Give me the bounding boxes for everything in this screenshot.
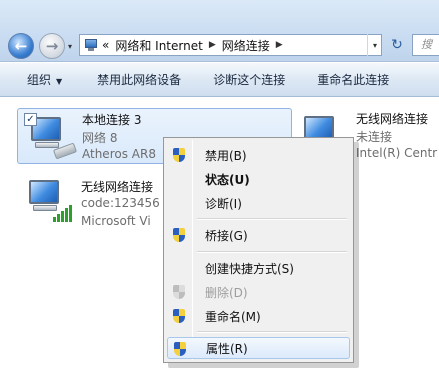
refresh-icon: ↻ xyxy=(391,37,403,53)
address-field[interactable]: « 网络和 Internet ▶ 网络连接 ▶ xyxy=(79,34,382,56)
rename-connection-button[interactable]: 重命名此连接 xyxy=(315,71,391,88)
organize-menu-button[interactable]: 组织 ▼ xyxy=(25,71,64,88)
disable-device-button[interactable]: 禁用此网络设备 xyxy=(95,71,183,88)
connection-network: code:123456 xyxy=(81,196,160,210)
menu-item-create-shortcut[interactable]: 创建快捷方式(S) xyxy=(167,257,350,279)
context-menu: 禁用(B) 状态(U) 诊断(I) 桥接(G) 创建快捷方式(S) 删除(D) … xyxy=(163,137,354,363)
history-dropdown-button[interactable]: ▾ xyxy=(68,42,72,51)
menu-item-properties[interactable]: 属性(R) xyxy=(167,337,350,359)
uac-shield-icon xyxy=(171,308,187,324)
connection-network: 网络 8 xyxy=(82,131,118,145)
breadcrumb-separator-icon[interactable]: ▶ xyxy=(209,40,216,50)
menu-item-label: 状态(U) xyxy=(205,172,250,187)
menu-item-delete: 删除(D) xyxy=(167,281,350,303)
menu-item-label: 诊断(I) xyxy=(205,196,242,211)
connection-adapter: Microsoft Vi xyxy=(81,214,151,228)
menu-item-rename[interactable]: 重命名(M) xyxy=(167,305,350,327)
menu-item-label: 属性(R) xyxy=(206,341,248,356)
connection-name: 无线网络连接 xyxy=(356,112,429,126)
menu-item-diagnose[interactable]: 诊断(I) xyxy=(167,192,350,214)
menu-item-label: 桥接(G) xyxy=(205,228,248,243)
connection-adapter: Intel(R) Centr xyxy=(356,146,438,160)
connection-name: 无线网络连接 xyxy=(81,180,154,194)
chevron-down-icon: ▼ xyxy=(56,77,63,86)
connection-adapter: Atheros AR8 xyxy=(82,147,156,161)
menu-item-label: 创建快捷方式(S) xyxy=(205,261,294,276)
address-dropdown-button[interactable]: ▾ xyxy=(367,34,382,56)
diagnose-connection-button[interactable]: 诊断这个连接 xyxy=(211,71,287,88)
search-input[interactable]: 搜 xyxy=(412,34,439,56)
command-bar: 组织 ▼ 禁用此网络设备 诊断这个连接 重命名此连接 xyxy=(0,63,439,97)
organize-label: 组织 xyxy=(27,73,52,87)
menu-item-label: 删除(D) xyxy=(205,285,248,300)
connection-status: 未连接 xyxy=(356,130,393,144)
breadcrumb-network-internet[interactable]: 网络和 Internet xyxy=(115,37,202,54)
menu-separator xyxy=(197,251,347,253)
forward-button[interactable]: → xyxy=(39,33,65,59)
uac-shield-icon xyxy=(171,227,187,243)
menu-item-label: 重命名(M) xyxy=(205,309,261,324)
breadcrumb-overflow[interactable]: « xyxy=(102,38,109,52)
menu-separator xyxy=(197,218,347,220)
uac-shield-icon xyxy=(171,284,187,300)
back-arrow-icon: ← xyxy=(14,37,28,55)
back-button[interactable]: ← xyxy=(8,33,34,59)
uac-shield-icon xyxy=(171,147,187,163)
wifi-signal-icon xyxy=(53,204,73,222)
forward-arrow-icon: → xyxy=(45,37,59,55)
menu-item-status[interactable]: 状态(U) xyxy=(167,168,350,190)
menu-item-disable[interactable]: 禁用(B) xyxy=(167,144,350,166)
refresh-button[interactable]: ↻ xyxy=(386,34,408,56)
menu-item-bridge[interactable]: 桥接(G) xyxy=(167,224,350,246)
menu-item-label: 禁用(B) xyxy=(205,148,247,163)
address-bar-area: ← → ▾ « 网络和 Internet ▶ 网络连接 ▶ ▾ ↻ 搜 xyxy=(0,0,439,62)
uac-shield-icon xyxy=(172,341,188,357)
breadcrumb-network-connections[interactable]: 网络连接 xyxy=(222,37,270,54)
control-panel-icon xyxy=(84,38,98,52)
item-checkbox[interactable]: ✓ xyxy=(24,113,37,126)
menu-separator xyxy=(197,331,347,333)
connection-name: 本地连接 3 xyxy=(82,113,142,127)
breadcrumb-separator-icon[interactable]: ▶ xyxy=(276,40,283,50)
